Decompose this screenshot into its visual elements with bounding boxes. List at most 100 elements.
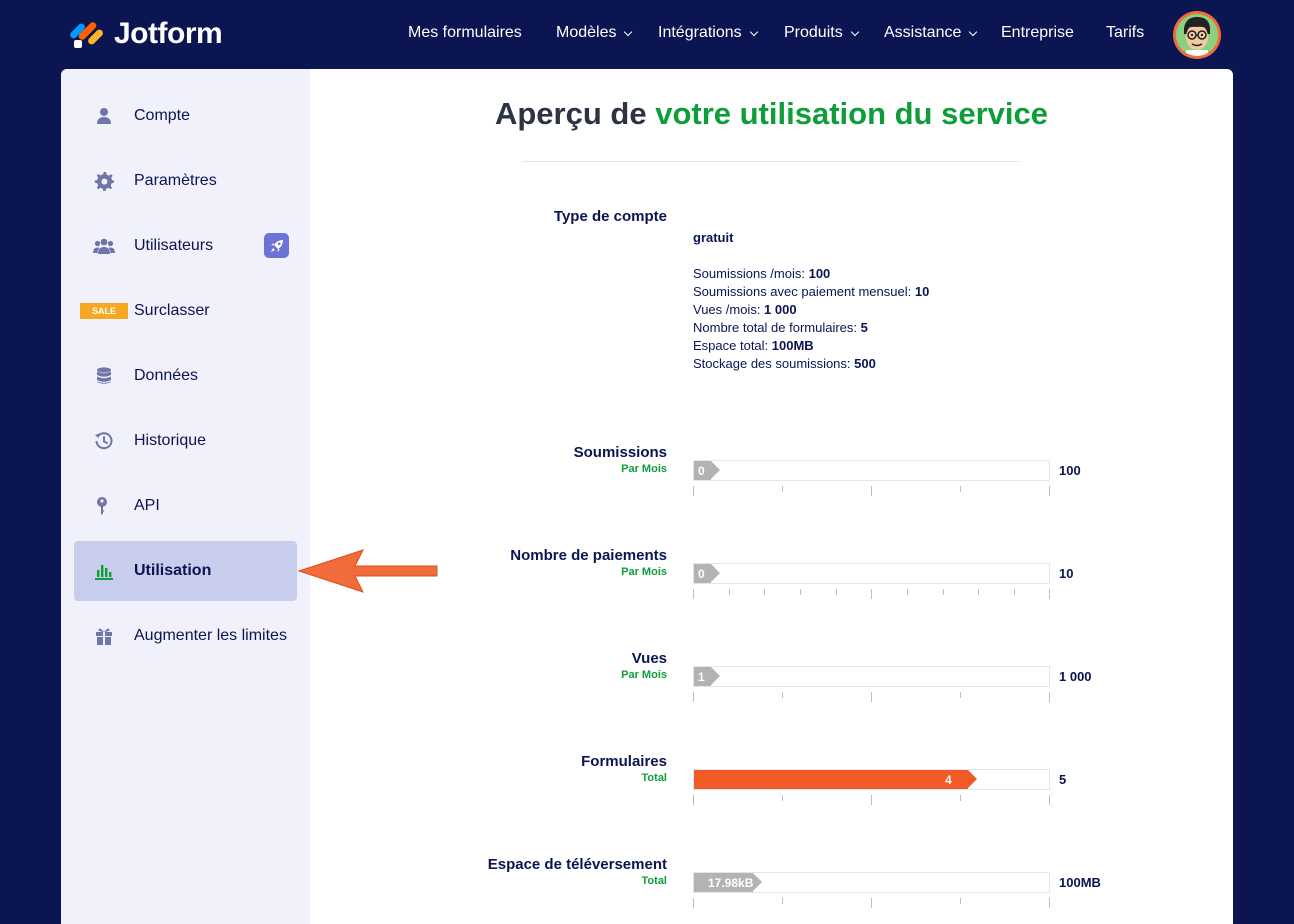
usage-max: 100MB [1059, 875, 1101, 890]
nav-label: Assistance [884, 24, 962, 41]
scale-tick [782, 795, 783, 801]
scale-tick [960, 795, 961, 801]
sidebar-item-label: Historique [134, 432, 207, 449]
nav-support[interactable]: Assistance [884, 24, 978, 42]
limit-row: Nombre total de formulaires: 5 [693, 319, 929, 337]
page-title: Aperçu de votre utilisation du service [310, 96, 1233, 132]
brand-name: Jotform [114, 17, 223, 50]
sidebar-item-data[interactable]: Données [74, 346, 297, 406]
limit-row: Soumissions avec paiement mensuel: 10 [693, 283, 929, 301]
scale-tick [871, 692, 872, 702]
usage-label: Vues [631, 650, 667, 667]
usage-max: 100 [1059, 463, 1081, 478]
usage-bar: 4 [693, 769, 1050, 790]
sidebar-item-label: Paramètres [134, 172, 217, 189]
usage-max: 1 000 [1059, 669, 1092, 684]
scale-tick [836, 589, 837, 595]
usage-value: 1 [698, 670, 705, 684]
gift-icon [92, 624, 116, 648]
scale-tick [764, 589, 765, 595]
nav-my-forms[interactable]: Mes formulaires [408, 24, 522, 42]
usage-period: Par Mois [621, 463, 667, 475]
usage-period: Par Mois [621, 566, 667, 578]
sidebar-item-label: Données [134, 367, 199, 384]
database-icon [92, 364, 116, 388]
limit-row: Vues /mois: 1 000 [693, 301, 929, 319]
limit-value: 5 [860, 320, 868, 335]
top-navigation: Jotform Mes formulaires Modèles Intégrat… [0, 0, 1294, 69]
nav-label: Produits [784, 24, 843, 41]
scale-tick [693, 486, 694, 496]
usage-label: Nombre de paiements [510, 547, 667, 564]
chevron-down-icon [969, 27, 978, 36]
usage-bar-pointer [711, 564, 720, 582]
limit-label: Espace total: [693, 338, 772, 353]
sidebar-item-label: Compte [134, 107, 191, 124]
sidebar-item-upgrade[interactable]: SALE Surclasser [74, 281, 297, 341]
nav-label: Entreprise [1001, 24, 1074, 41]
user-icon [92, 104, 116, 128]
usage-bar-pointer [711, 461, 720, 479]
scale-tick [871, 795, 872, 805]
sidebar-item-usage[interactable]: Utilisation [74, 541, 297, 601]
usage-label: Soumissions [573, 444, 667, 461]
nav-label: Mes formulaires [408, 24, 522, 41]
gear-icon [92, 169, 116, 193]
nav-products[interactable]: Produits [784, 24, 859, 42]
scale-tick [693, 692, 694, 702]
limit-row: Stockage des soumissions: 500 [693, 355, 929, 373]
scale-tick [729, 589, 730, 595]
avatar-face-icon [1176, 14, 1218, 56]
usage-scale [693, 589, 1050, 599]
history-icon [92, 429, 116, 453]
sidebar-item-increase-limits[interactable]: Augmenter les limites [74, 606, 297, 666]
usage-bar-fill [694, 770, 968, 789]
scale-tick [960, 692, 961, 698]
usage-value: 0 [698, 464, 705, 478]
usage-max: 5 [1059, 772, 1067, 787]
scale-tick [693, 898, 694, 908]
jotform-logo-icon [68, 18, 105, 50]
annotation-arrow-icon [297, 549, 438, 593]
sidebar-item-history[interactable]: Historique [74, 411, 297, 471]
scale-tick [871, 589, 872, 599]
nav-label: Tarifs [1106, 24, 1145, 41]
nav-label: Modèles [556, 24, 617, 41]
usage-label: Espace de téléversement [487, 856, 667, 873]
nav-enterprise[interactable]: Entreprise [1001, 24, 1074, 42]
title-divider [523, 161, 1019, 162]
nav-label: Intégrations [658, 24, 742, 41]
usage-scale [693, 692, 1050, 702]
jotform-logo[interactable]: Jotform [68, 17, 223, 51]
usage-bar: 0 [693, 563, 1050, 584]
limit-row: Espace total: 100MB [693, 337, 929, 355]
chevron-down-icon [624, 27, 633, 36]
key-icon [92, 494, 116, 518]
account-panel: Compte Paramètres Utilisateurs SALE Surc… [61, 69, 1233, 924]
scale-tick [782, 692, 783, 698]
rocket-icon [264, 233, 289, 258]
limit-value: 1 000 [764, 302, 797, 317]
limit-label: Nombre total de formulaires: [693, 320, 861, 335]
sidebar-item-label: Augmenter les limites [134, 627, 287, 644]
usage-scale [693, 898, 1050, 908]
sidebar-item-settings[interactable]: Paramètres [74, 151, 297, 211]
user-avatar[interactable] [1173, 11, 1221, 59]
sidebar-item-account[interactable]: Compte [74, 86, 297, 146]
limit-label: Vues /mois: [693, 302, 765, 317]
account-type-label: Type de compte [553, 208, 667, 225]
usage-scale [693, 795, 1050, 805]
limit-label: Soumissions avec paiement mensuel: [693, 284, 915, 299]
nav-integrations[interactable]: Intégrations [658, 24, 758, 42]
sidebar-item-label: API [134, 497, 160, 514]
sidebar-item-users[interactable]: Utilisateurs [74, 216, 297, 276]
scale-tick [782, 898, 783, 904]
scale-tick [871, 898, 872, 908]
nav-templates[interactable]: Modèles [556, 24, 633, 42]
limit-row: Soumissions /mois: 100 [693, 265, 929, 283]
sidebar-item-api[interactable]: API [74, 476, 297, 536]
nav-pricing[interactable]: Tarifs [1106, 24, 1144, 42]
page-title-plain: Aperçu de [494, 96, 656, 131]
scale-tick [871, 486, 872, 496]
limit-value: 500 [854, 356, 876, 371]
